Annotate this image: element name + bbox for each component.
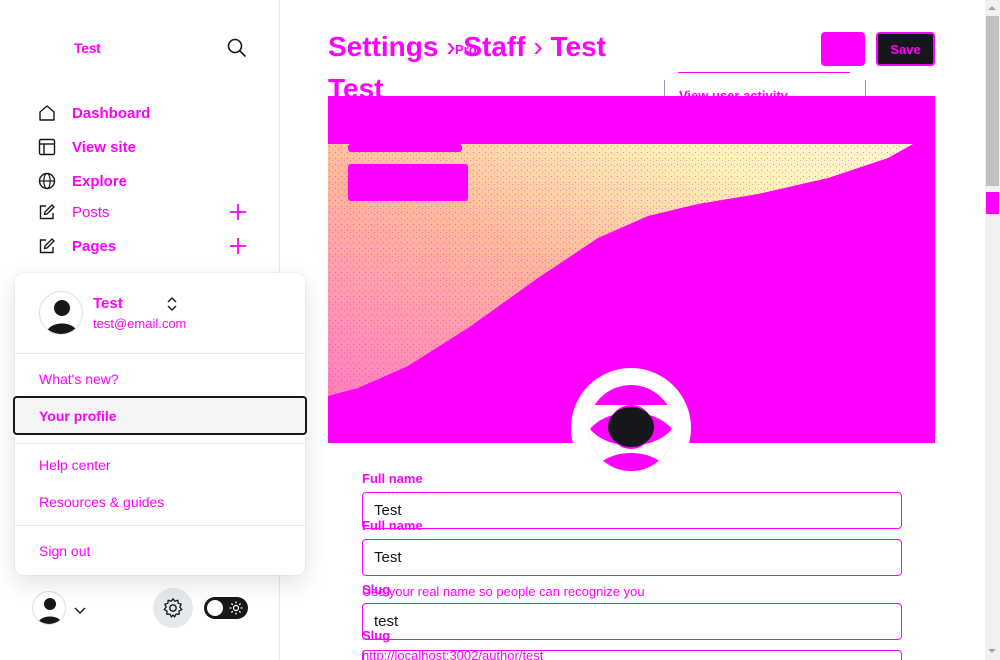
nav-explore-label: Explore <box>72 172 128 190</box>
toggle-knob <box>207 600 223 616</box>
delete-cover-button[interactable] <box>348 144 462 152</box>
user-name: Test <box>93 295 123 312</box>
scroll-up-arrow-icon[interactable] <box>987 3 997 13</box>
resources-guides-link[interactable]: Resources & guides <box>39 494 164 510</box>
sign-out-link[interactable]: Sign out <box>39 543 90 559</box>
full-name-input-duplicate[interactable] <box>362 539 902 576</box>
avatar <box>38 598 62 624</box>
nav-posts-label: Posts <box>72 203 110 221</box>
scrollbar-thumb[interactable] <box>986 16 999 186</box>
menu-divider <box>15 525 305 526</box>
avatar <box>588 385 674 471</box>
user-avatar-button[interactable] <box>32 591 66 625</box>
nav-dashboard-label: Dashboard <box>72 104 151 122</box>
help-center-link[interactable]: Help center <box>39 457 111 473</box>
breadcrumb-settings[interactable]: Settings <box>328 31 438 62</box>
search-icon <box>227 38 246 57</box>
add-post-icon[interactable] <box>228 202 248 222</box>
user-menu-popup: Test test@email.com What's new? Your pro… <box>13 273 307 575</box>
globe-icon <box>38 172 56 190</box>
slug-label: Slug <box>362 582 391 597</box>
sun-icon <box>229 601 243 615</box>
nav-view-site[interactable]: View site <box>38 136 258 158</box>
slug-input[interactable] <box>362 603 902 640</box>
your-profile-link[interactable]: Your profile <box>39 408 117 424</box>
home-icon <box>38 104 56 122</box>
more-actions-button[interactable] <box>821 32 865 66</box>
profile-image[interactable] <box>588 385 674 471</box>
settings-button[interactable] <box>153 588 193 628</box>
add-page-icon[interactable] <box>228 236 248 256</box>
pencil-square-icon <box>38 203 56 221</box>
nav-explore[interactable]: Explore <box>38 170 258 192</box>
title-overlay-text: Pro <box>455 42 477 57</box>
slug-input-duplicate[interactable] <box>362 650 902 660</box>
breadcrumb-current: Test <box>550 31 606 62</box>
pencil-square-icon <box>38 237 56 255</box>
scrollbar-marker <box>986 192 999 214</box>
scroll-down-arrow-icon[interactable] <box>987 646 997 656</box>
layout-icon <box>38 138 56 156</box>
full-name-hint-duplicate: Use your real name so people can recogni… <box>362 584 645 599</box>
slug-label-duplicate: Slug <box>362 628 391 643</box>
full-name-label: Full name <box>362 471 423 486</box>
site-title[interactable]: Test <box>74 40 101 56</box>
nav-posts[interactable]: Posts <box>38 201 258 223</box>
search-button[interactable] <box>226 37 248 59</box>
nav-view-site-label: View site <box>72 138 136 156</box>
nav-dashboard[interactable]: Dashboard <box>38 102 258 124</box>
avatar <box>39 291 83 335</box>
user-email: test@email.com <box>93 316 187 331</box>
nav-pages[interactable]: Pages <box>38 235 258 257</box>
dropdown-divider <box>678 72 850 73</box>
menu-divider <box>15 443 305 444</box>
gear-icon <box>163 598 183 618</box>
chevron-up-down-icon[interactable] <box>165 295 179 313</box>
upload-cover-button[interactable] <box>348 164 468 201</box>
full-name-input[interactable] <box>362 492 902 529</box>
menu-divider <box>15 353 305 354</box>
full-name-label-duplicate: Full name <box>362 518 423 533</box>
save-button[interactable]: Save <box>876 32 935 66</box>
nav-pages-label: Pages <box>72 237 117 255</box>
dark-mode-toggle[interactable] <box>204 597 248 619</box>
breadcrumb-separator: › <box>533 31 543 62</box>
chevron-down-icon[interactable] <box>73 602 87 614</box>
whats-new-link[interactable]: What's new? <box>39 371 119 387</box>
